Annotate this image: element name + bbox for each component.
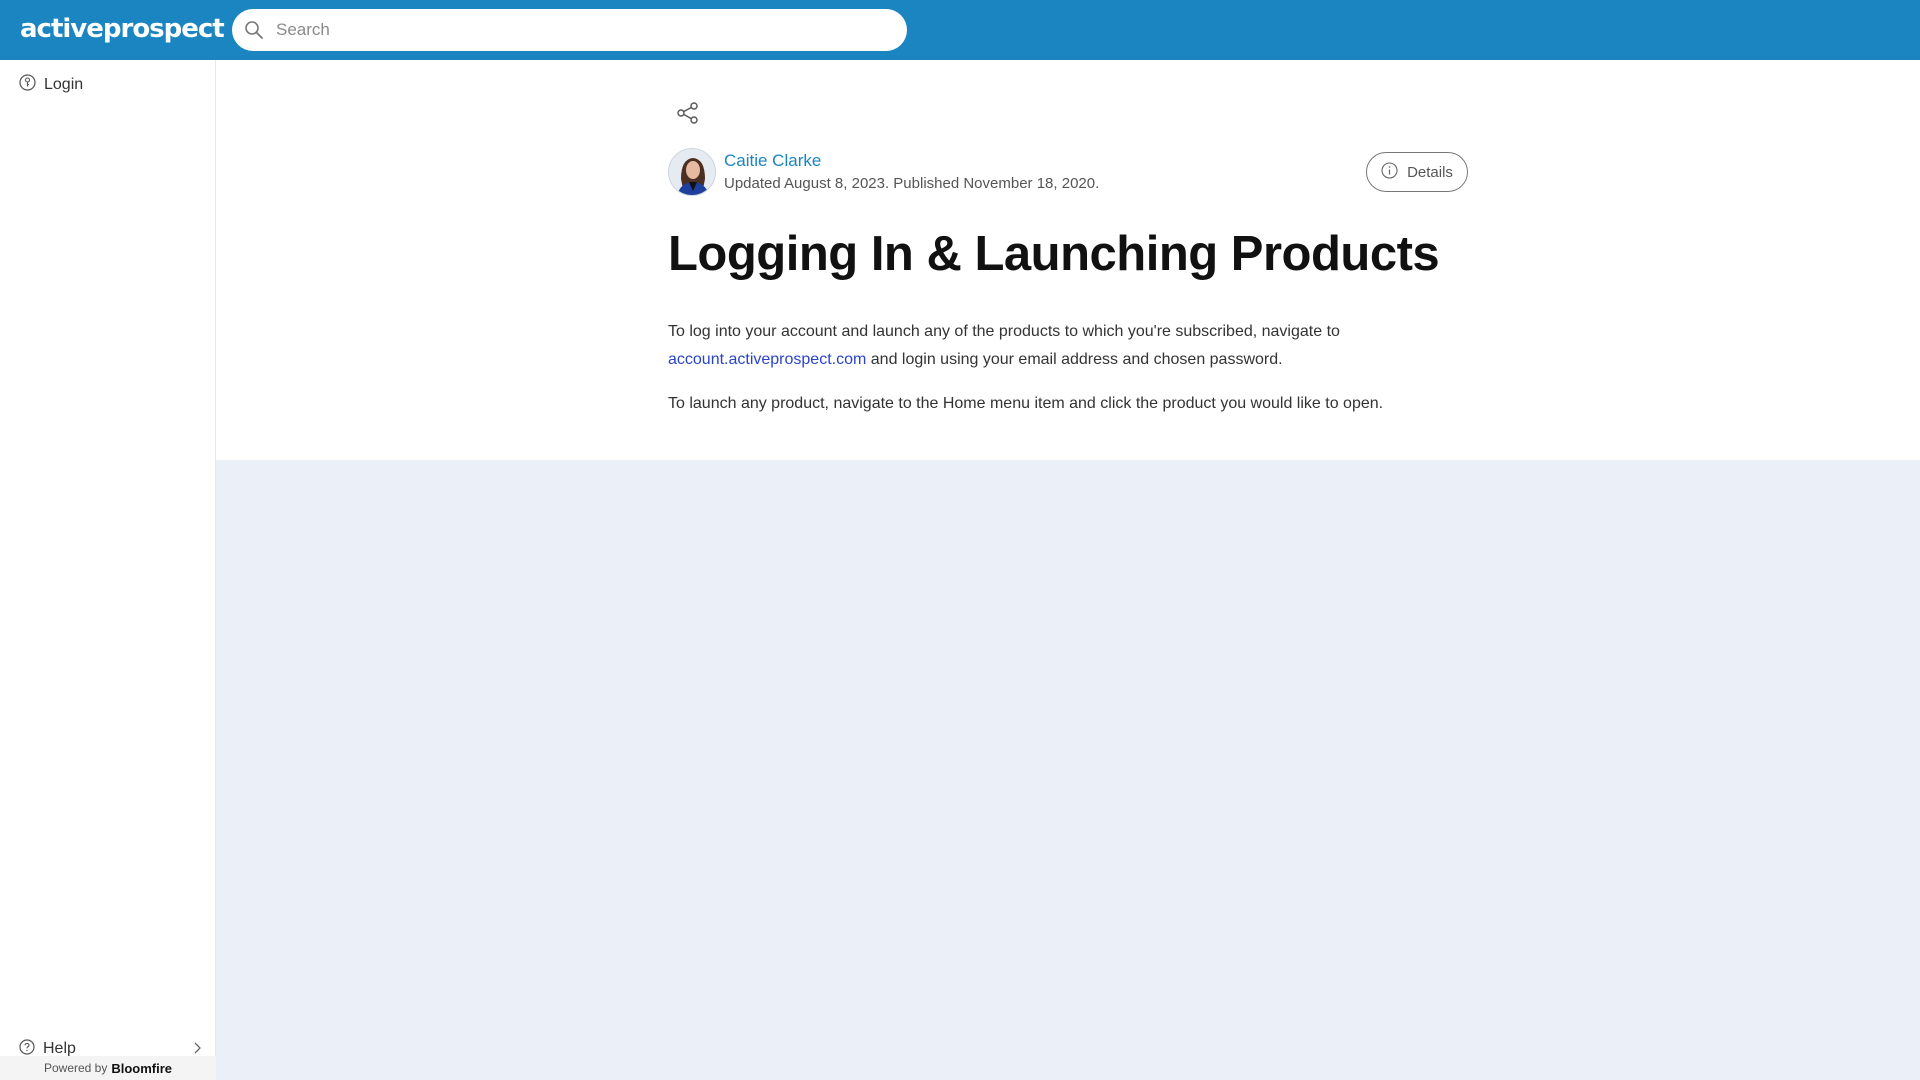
author-name[interactable]: Caitie Clarke — [724, 151, 821, 171]
account-link[interactable]: account.activeprospect.com — [668, 351, 866, 368]
avatar[interactable] — [668, 148, 716, 196]
content-background — [216, 460, 1920, 1080]
search-input[interactable] — [274, 19, 874, 41]
brand-logo[interactable]: activeprospect — [20, 11, 225, 47]
info-icon — [1381, 161, 1407, 183]
search-icon — [244, 20, 264, 40]
article-title: Logging In & Launching Products — [668, 227, 1440, 281]
paragraph-login-text: To log into your account and launch any … — [668, 323, 1340, 340]
details-label: Details — [1407, 163, 1453, 181]
bloomfire-brand[interactable]: Bloomfire — [111, 1061, 172, 1076]
powered-by-footer: Powered by Bloomfire — [0, 1056, 216, 1080]
top-header: activeprospect — [0, 0, 1920, 60]
article-body: To log into your account and launch any … — [668, 318, 1428, 434]
sidebar-item-login[interactable]: Login — [0, 65, 216, 105]
sidebar-item-label: Login — [44, 76, 84, 93]
key-circle-icon — [19, 74, 36, 96]
article-dates: Updated August 8, 2023. Published Novemb… — [724, 175, 1100, 192]
paragraph-login-rest: and login using your email address and c… — [866, 351, 1283, 368]
paragraph-launch: To launch any product, navigate to the H… — [668, 395, 1384, 412]
powered-by-text: Powered by — [43, 1061, 108, 1075]
share-icon[interactable] — [676, 101, 700, 130]
search-bar[interactable] — [232, 9, 907, 51]
details-button[interactable]: Details — [1366, 152, 1468, 192]
paragraph-login: To log into your account and launch any … — [668, 318, 1428, 374]
sidebar: Login Help Powered by Bloomfire — [0, 60, 216, 1080]
